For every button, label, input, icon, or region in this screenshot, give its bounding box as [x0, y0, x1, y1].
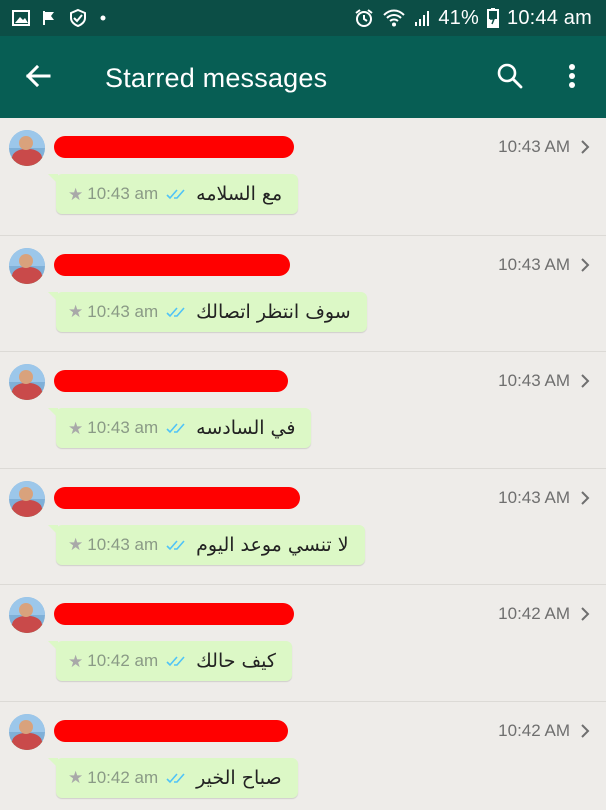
star-icon: ★ — [68, 651, 84, 671]
more-vert-icon — [568, 63, 576, 94]
redacted-sender-name — [54, 719, 288, 742]
battery-icon — [487, 8, 499, 28]
starred-messages-list: 10:43 AM مع السلامه ★ 10:43 am 10:43 AM … — [0, 118, 606, 810]
message-time: 10:43 am — [87, 418, 159, 437]
message-bubble[interactable]: مع السلامه ★ 10:43 am — [48, 174, 299, 214]
starred-time: 10:42 AM — [498, 604, 570, 623]
message-bubble[interactable]: في السادسه ★ 10:43 am — [48, 408, 312, 448]
double-check-icon — [166, 422, 186, 434]
message-bubble[interactable]: سوف انتظر اتصالك ★ 10:43 am — [48, 291, 367, 332]
chevron-right-icon[interactable] — [576, 256, 594, 274]
back-button[interactable] — [20, 60, 56, 96]
dot-icon — [100, 15, 106, 21]
wifi-icon — [382, 9, 406, 27]
star-icon: ★ — [68, 768, 84, 787]
app-bar: Starred messages — [0, 36, 606, 118]
message-text: كيف حالك — [196, 650, 276, 672]
message-time: 10:42 am — [87, 767, 159, 787]
starred-message-item[interactable]: 10:43 AM مع السلامه ★ 10:43 am — [0, 118, 606, 235]
star-icon: ★ — [68, 535, 84, 554]
redacted-sender-name — [54, 253, 290, 276]
message-bubble[interactable]: صباح الخير ★ 10:42 am — [48, 757, 298, 798]
avatar[interactable] — [9, 597, 45, 633]
message-time: 10:43 am — [87, 184, 159, 203]
avatar[interactable] — [9, 480, 45, 517]
more-options-button[interactable] — [554, 60, 590, 96]
starred-message-item[interactable]: 10:42 AM صباح الخير ★ 10:42 am — [0, 700, 606, 810]
gallery-icon — [12, 10, 30, 26]
message-text: لا تنسي موعد اليوم — [196, 533, 349, 556]
chevron-right-icon[interactable] — [576, 372, 594, 390]
message-bubble[interactable]: كيف حالك ★ 10:42 am — [48, 641, 292, 681]
redacted-sender-name — [54, 136, 294, 158]
double-check-icon — [166, 539, 186, 551]
message-text: سوف انتظر اتصالك — [196, 300, 351, 323]
starred-time: 10:43 AM — [498, 254, 570, 274]
message-time: 10:43 am — [87, 534, 159, 554]
message-text: في السادسه — [196, 417, 296, 439]
message-time: 10:43 am — [87, 301, 159, 321]
avatar[interactable] — [9, 130, 45, 166]
double-check-icon — [166, 188, 186, 200]
back-arrow-icon — [25, 64, 51, 93]
starred-time: 10:43 AM — [498, 371, 570, 390]
signal-icon — [414, 9, 430, 27]
double-check-icon — [166, 772, 186, 784]
chevron-right-icon[interactable] — [576, 722, 594, 740]
status-time: 10:44 am — [507, 6, 592, 29]
redacted-sender-name — [54, 486, 300, 509]
redacted-sender-name — [54, 603, 294, 625]
status-bar: 41% 10:44 am — [0, 0, 606, 36]
starred-message-item[interactable]: 10:43 AM في السادسه ★ 10:43 am — [0, 351, 606, 468]
flag-icon — [42, 10, 56, 26]
double-check-icon — [166, 306, 186, 318]
chevron-right-icon[interactable] — [576, 489, 594, 507]
starred-message-item[interactable]: 10:43 AM لا تنسي موعد اليوم ★ 10:43 am — [0, 467, 606, 585]
redacted-sender-name — [54, 370, 288, 392]
search-icon — [496, 62, 524, 95]
message-text: مع السلامه — [196, 183, 283, 205]
starred-time: 10:43 AM — [498, 137, 570, 156]
avatar[interactable] — [9, 364, 45, 400]
avatar[interactable] — [9, 713, 45, 750]
star-icon: ★ — [68, 418, 84, 438]
star-icon: ★ — [68, 184, 84, 204]
avatar[interactable] — [9, 247, 45, 284]
chevron-right-icon[interactable] — [576, 138, 594, 156]
search-button[interactable] — [492, 60, 528, 96]
chevron-right-icon[interactable] — [576, 605, 594, 623]
starred-message-item[interactable]: 10:42 AM كيف حالك ★ 10:42 am — [0, 584, 606, 701]
starred-time: 10:43 AM — [498, 487, 570, 507]
shield-check-icon — [68, 8, 88, 28]
message-time: 10:42 am — [87, 651, 159, 670]
alarm-icon — [354, 8, 374, 28]
star-icon: ★ — [68, 302, 84, 321]
message-bubble[interactable]: لا تنسي موعد اليوم ★ 10:43 am — [48, 524, 365, 565]
double-check-icon — [166, 655, 186, 667]
battery-percent: 41% — [438, 6, 479, 29]
page-title: Starred messages — [105, 63, 328, 93]
starred-message-item[interactable]: 10:43 AM سوف انتظر اتصالك ★ 10:43 am — [0, 234, 606, 352]
message-text: صباح الخير — [196, 766, 282, 789]
starred-time: 10:42 AM — [498, 720, 570, 740]
